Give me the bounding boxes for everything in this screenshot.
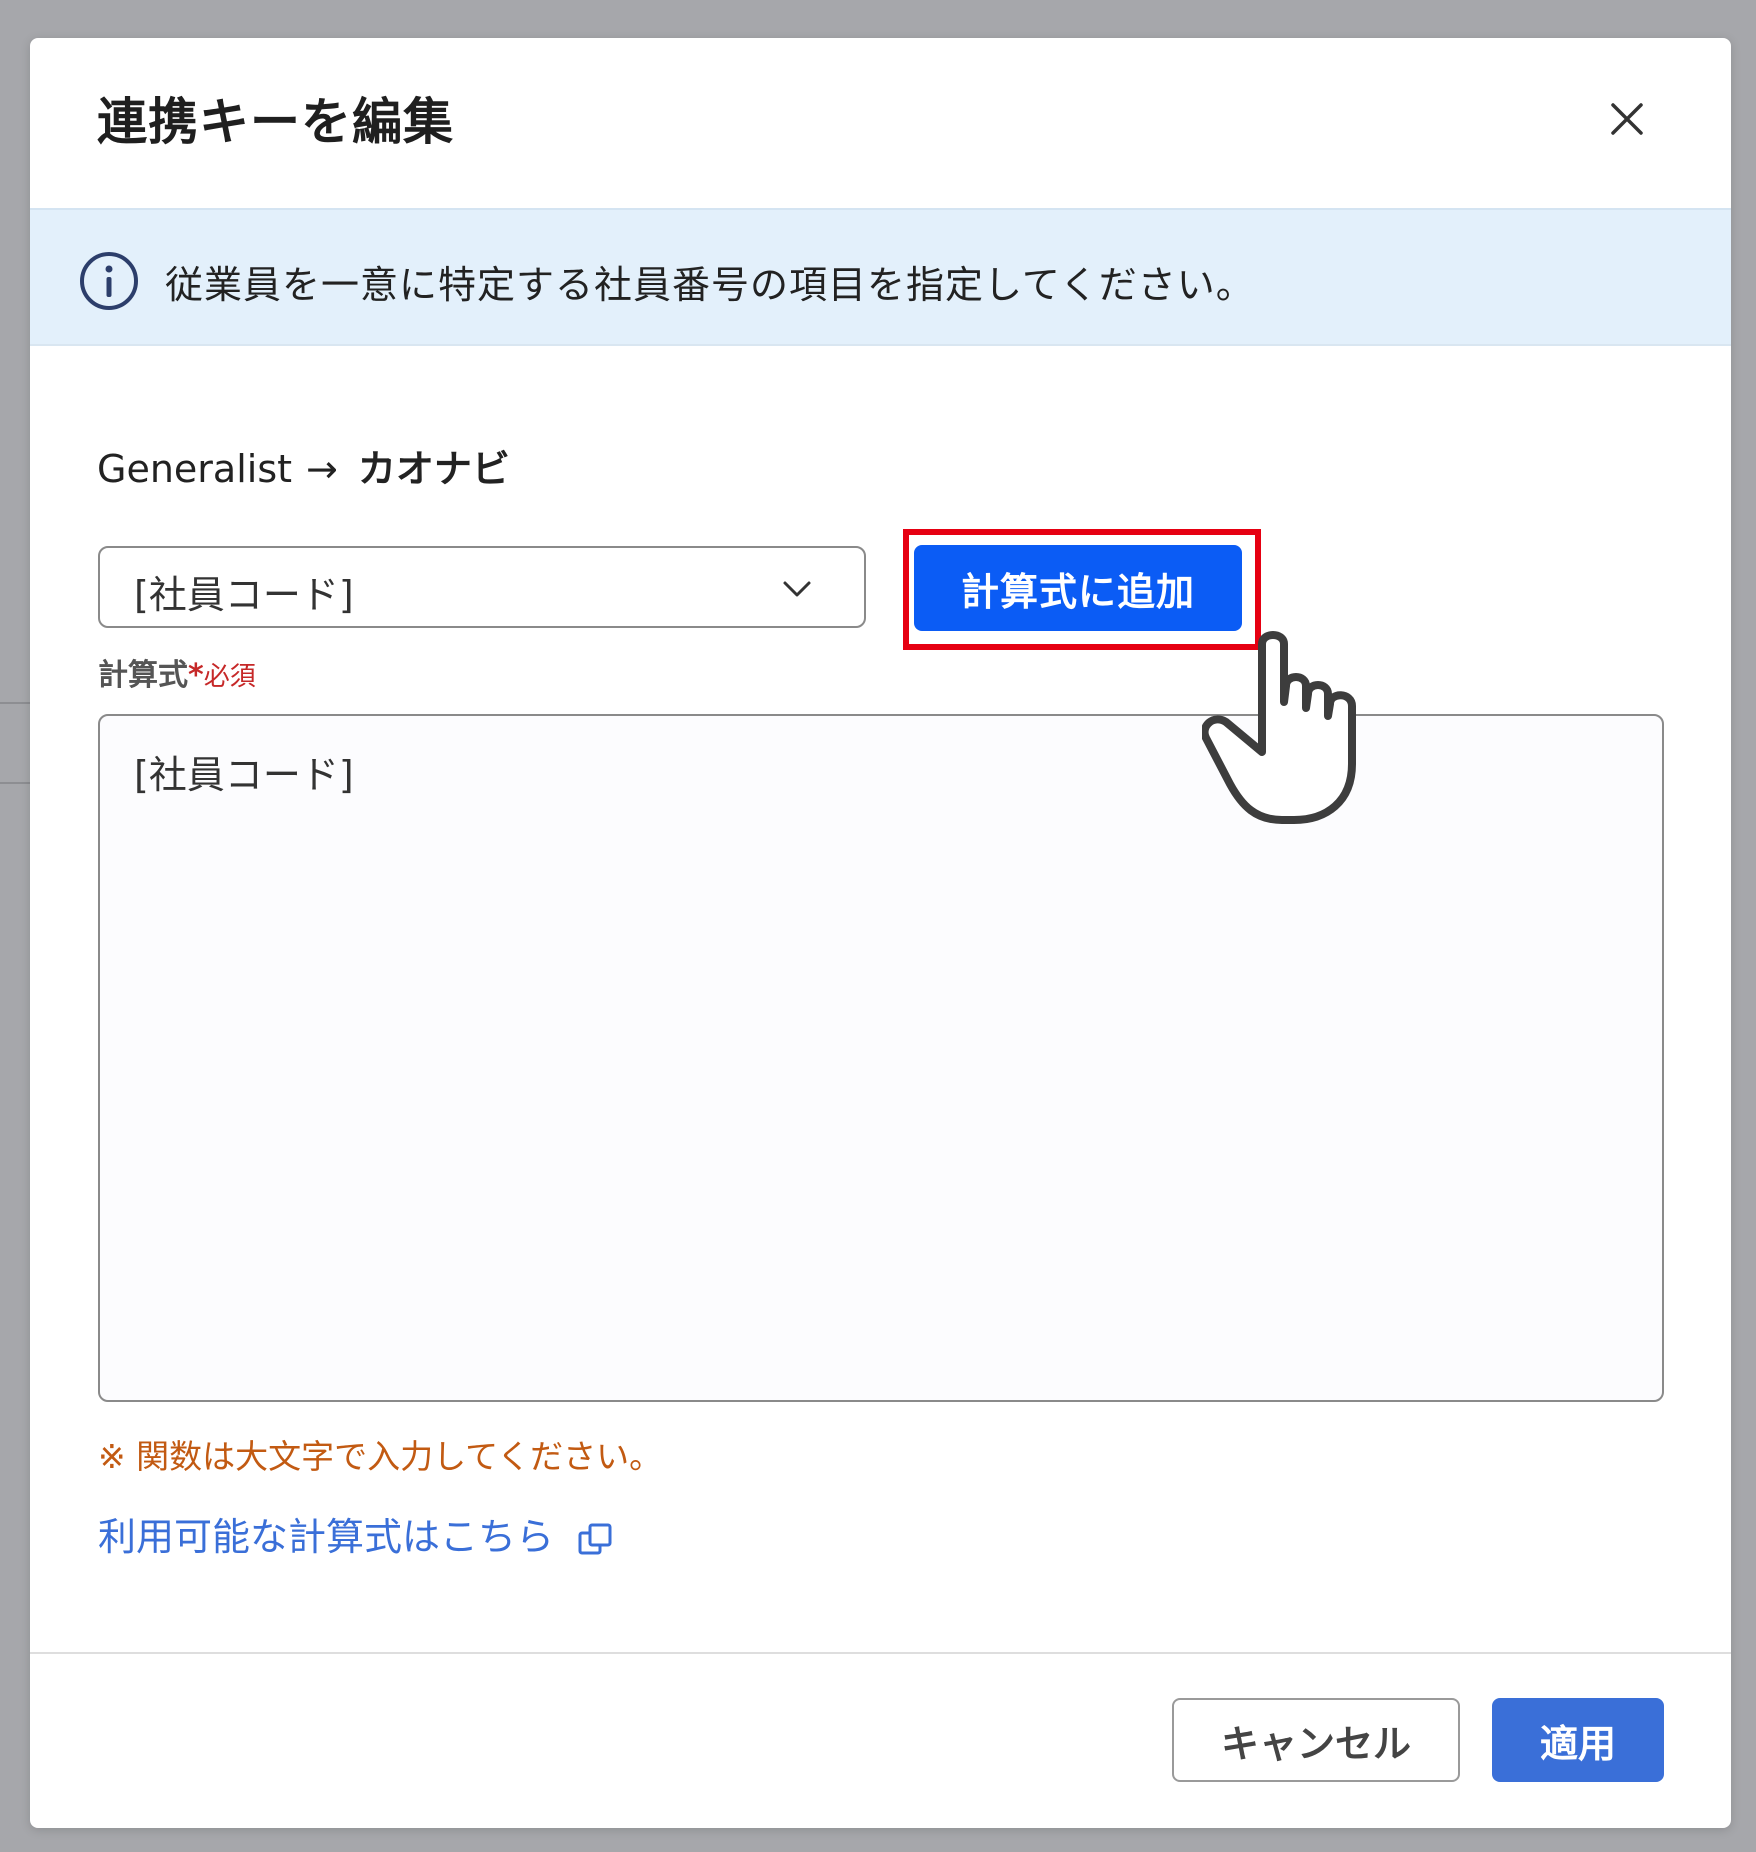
close-button[interactable]	[1601, 93, 1653, 145]
mapping-arrow: →	[306, 447, 338, 491]
edit-key-dialog: 連携キーを編集 従業員を一意に特定する社員番号の項目を指定してください。 Gen…	[30, 38, 1731, 1828]
mapping-direction: Generalist → カオナビ	[97, 438, 510, 493]
formula-label-text: 計算式	[98, 658, 188, 693]
field-select[interactable]: [社員コード]	[98, 546, 866, 628]
cancel-button[interactable]: キャンセル	[1172, 1698, 1460, 1782]
hand-pointer-icon	[1202, 631, 1356, 824]
chevron-down-icon	[783, 581, 811, 597]
add-to-formula-button[interactable]: 計算式に追加	[914, 545, 1242, 631]
background-divider	[0, 702, 30, 704]
formula-input[interactable]: [社員コード]	[98, 714, 1664, 1402]
uppercase-note: ※ 関数は大文字で入力してください。	[98, 1437, 663, 1476]
dialog-title: 連携キーを編集	[97, 93, 454, 151]
mapping-source: Generalist	[97, 447, 293, 491]
footer-divider	[30, 1652, 1731, 1654]
available-formulas-link-label: 利用可能な計算式はこちら	[98, 1515, 555, 1559]
required-mark: *	[188, 658, 204, 693]
available-formulas-link[interactable]: 利用可能な計算式はこちら	[98, 1506, 614, 1561]
info-icon	[80, 252, 138, 310]
info-banner: 従業員を一意に特定する社員番号の項目を指定してください。	[30, 208, 1731, 346]
dialog-header: 連携キーを編集	[30, 38, 1731, 208]
field-select-value: [社員コード]	[134, 573, 354, 617]
info-text: 従業員を一意に特定する社員番号の項目を指定してください。	[165, 263, 1255, 307]
external-link-icon	[578, 1523, 612, 1554]
apply-button[interactable]: 適用	[1492, 1698, 1664, 1782]
required-text: 必須	[203, 662, 256, 692]
close-icon	[1611, 103, 1643, 135]
formula-label: 計算式*必須	[98, 650, 256, 694]
background-divider	[0, 782, 30, 784]
mapping-target: カオナビ	[357, 447, 510, 491]
